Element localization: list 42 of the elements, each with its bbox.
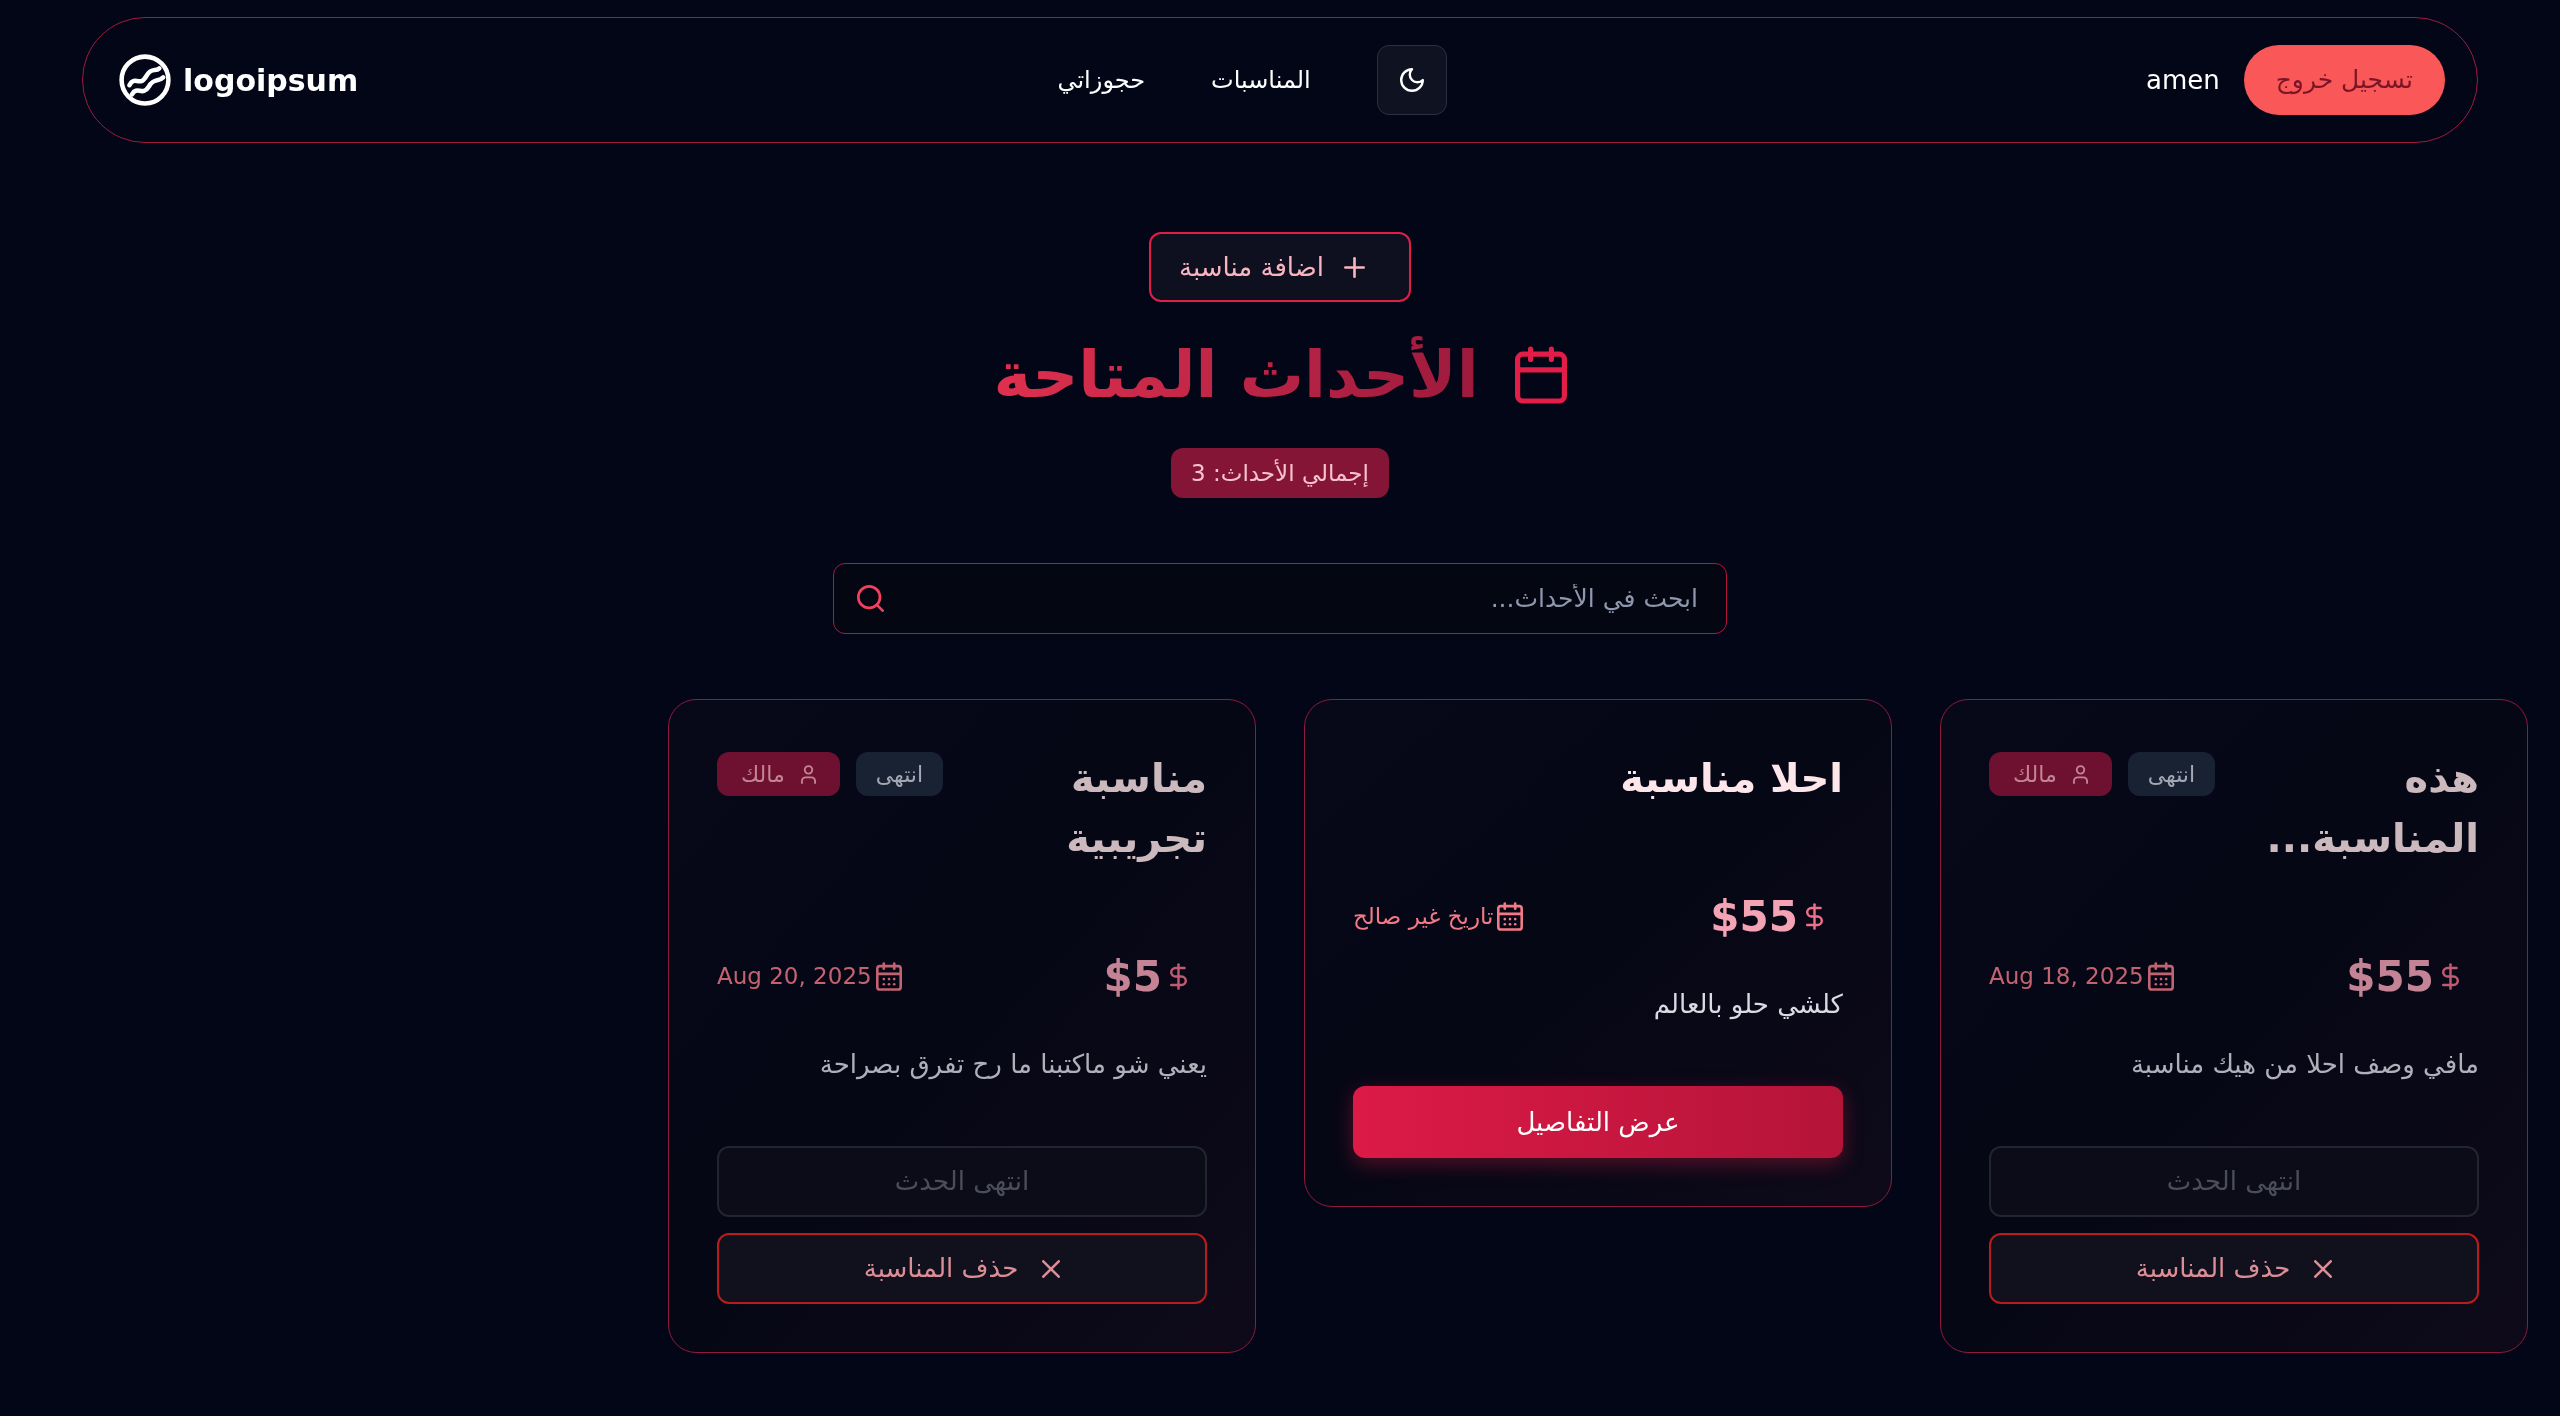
moon-icon <box>1399 68 1424 92</box>
event-date: Aug 20, 2025 <box>717 961 872 991</box>
event-title: احلا مناسبة <box>1620 754 1843 803</box>
user-name: amen <box>2146 63 2220 97</box>
calendar-icon <box>2147 961 2174 991</box>
event-description: يعني شو ماكتبنا ما رح تفرق بصراحة <box>818 1048 1207 1082</box>
nav-link[interactable]: حجوزاتي <box>1057 62 1146 98</box>
dollar-icon <box>1806 902 1823 930</box>
event-price: $5 <box>1103 950 1162 1003</box>
search-field[interactable]: ابحث في الأحداث... <box>833 563 1727 634</box>
delete-event-button[interactable]: حذف المناسبة <box>1989 1233 2479 1304</box>
event-title: مناسبة تجريبية <box>1065 754 1207 864</box>
status-badge: انتهى <box>855 752 944 796</box>
events-count-badge: إجمالي الأحداث: 3 <box>1171 448 1389 498</box>
status-badge: انتهى <box>2127 752 2216 796</box>
logo-text: logoipsum <box>183 61 359 100</box>
view-details-button[interactable]: عرض التفاصيل <box>1353 1086 1843 1158</box>
logo-icon <box>119 54 171 106</box>
owner-label: مالك <box>2013 760 2057 789</box>
delete-event-button[interactable]: حذف المناسبة <box>717 1233 1207 1304</box>
event-date: Aug 18, 2025 <box>1989 961 2144 991</box>
calendar-icon <box>1514 346 1567 404</box>
event-description: مافي وصف احلا من هيك مناسبة <box>2129 1048 2479 1082</box>
theme-toggle-button[interactable] <box>1376 45 1447 115</box>
event-date: تاريخ غير صالح <box>1353 901 1494 932</box>
close-icon <box>2314 1259 2333 1278</box>
dollar-icon <box>2442 962 2459 990</box>
nav-link[interactable]: المناسبات <box>1211 62 1311 98</box>
event-description: كلشي حلو بالعالم <box>1652 988 1843 1022</box>
close-icon <box>1042 1259 1061 1278</box>
user-icon <box>800 764 816 784</box>
calendar-icon <box>875 961 902 991</box>
event-price: $55 <box>1710 890 1798 943</box>
plus-icon <box>1344 256 1366 278</box>
dollar-icon <box>1170 962 1187 990</box>
calendar-icon <box>1497 901 1524 931</box>
event-price: $55 <box>2346 950 2434 1003</box>
event-title: هذه المناسبة... <box>2265 754 2479 863</box>
owner-label: مالك <box>741 760 785 789</box>
search-icon <box>857 585 884 612</box>
add-event-button[interactable]: اضافة مناسبة <box>1148 232 1412 302</box>
user-icon <box>2072 764 2088 784</box>
